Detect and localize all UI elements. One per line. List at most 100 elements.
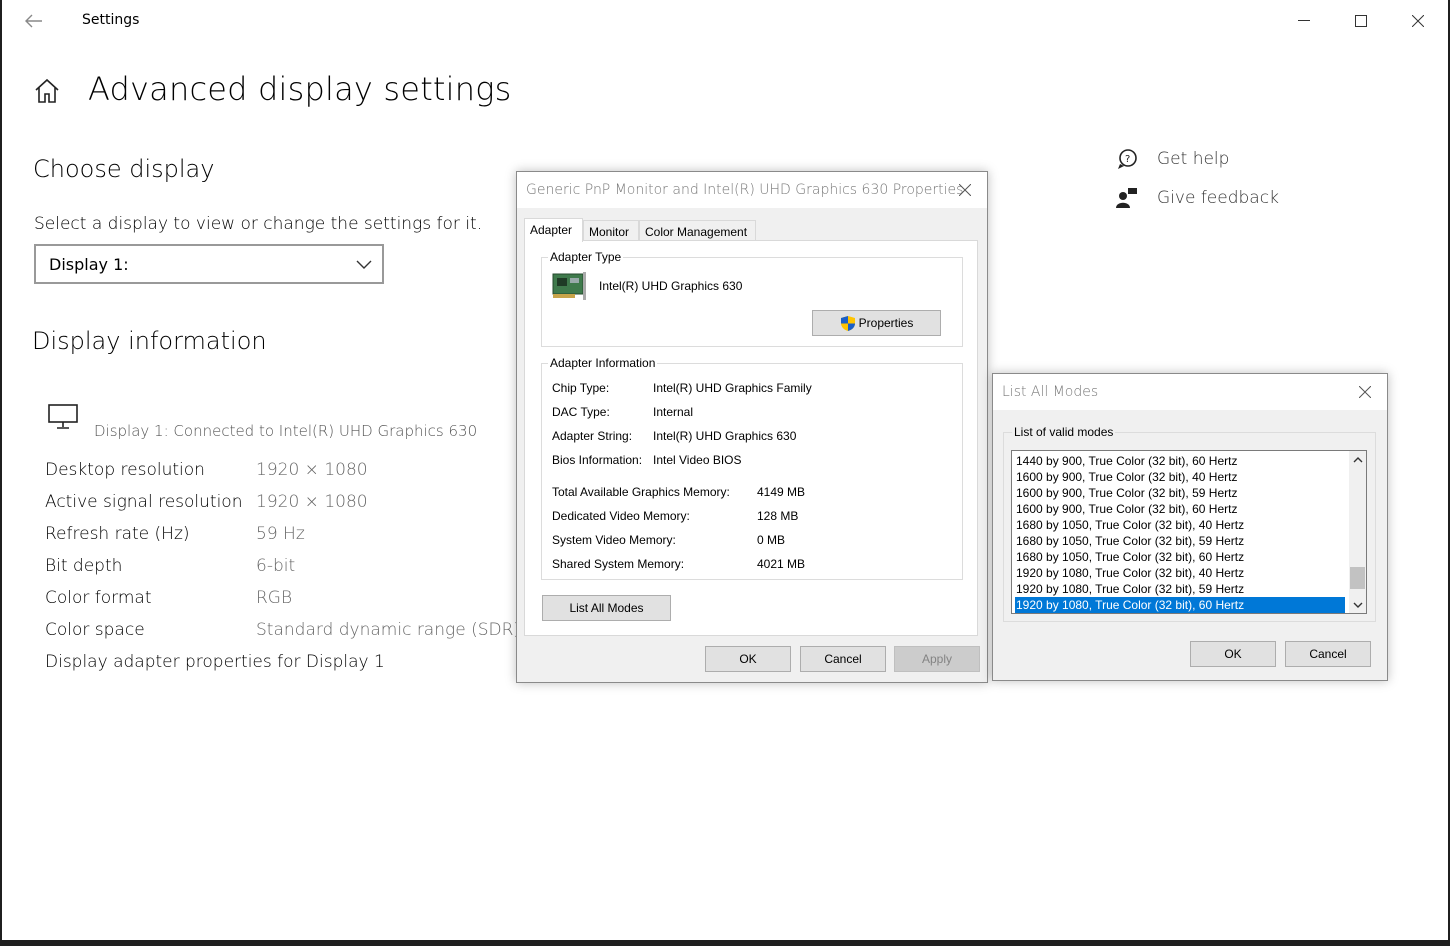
list-all-modes-dialog: List All Modes List of valid modes 1440 …: [992, 373, 1388, 681]
display-info-heading: Display information: [32, 327, 267, 355]
list-item[interactable]: 1440 by 900, True Color (32 bit), 60 Her…: [1015, 453, 1345, 469]
page-title: Advanced display settings: [88, 70, 512, 108]
tab-color-management[interactable]: Color Management: [639, 220, 756, 240]
scrollbar-thumb[interactable]: [1350, 567, 1365, 589]
display-select-value: Display 1:: [49, 255, 129, 274]
display-connection: Display 1: Connected to Intel(R) UHD Gra…: [94, 422, 478, 440]
choose-display-prompt: Select a display to view or change the s…: [34, 214, 483, 234]
tab-adapter[interactable]: Adapter: [524, 218, 583, 242]
info-value: 59 Hz: [256, 524, 305, 544]
list-item[interactable]: 1600 by 900, True Color (32 bit), 59 Her…: [1015, 485, 1345, 501]
list-item[interactable]: 1680 by 1050, True Color (32 bit), 59 He…: [1015, 533, 1345, 549]
apply-button[interactable]: Apply: [894, 646, 980, 672]
info-value: Intel Video BIOS: [653, 453, 742, 467]
memory-label: Dedicated Video Memory:: [552, 509, 690, 523]
memory-value: 4021 MB: [757, 557, 806, 571]
give-feedback-link[interactable]: Give feedback: [1157, 188, 1279, 208]
info-label: Color space: [45, 620, 145, 640]
maximize-button[interactable]: [1341, 6, 1381, 36]
chevron-down-icon: [1353, 602, 1362, 608]
close-icon: [1412, 15, 1424, 27]
cancel-button[interactable]: Cancel: [800, 646, 886, 672]
modes-listbox[interactable]: 1440 by 900, True Color (32 bit), 60 Her…: [1011, 450, 1367, 614]
arrow-left-icon: [25, 14, 42, 28]
dialog-close-button[interactable]: [1351, 380, 1379, 404]
get-help-link[interactable]: Get help: [1157, 149, 1229, 169]
info-label: Active signal resolution: [45, 492, 243, 512]
back-button[interactable]: [20, 8, 48, 34]
close-icon: [959, 184, 971, 196]
properties-button-label: Properties: [858, 316, 914, 330]
memory-label: System Video Memory:: [552, 533, 676, 547]
info-value: 1920 × 1080: [256, 460, 368, 480]
memory-label: Total Available Graphics Memory:: [552, 485, 730, 499]
info-value: 6-bit: [256, 556, 296, 576]
info-value: 1920 × 1080: [256, 492, 368, 512]
info-label: Bios Information:: [552, 453, 643, 467]
list-item[interactable]: 1600 by 900, True Color (32 bit), 40 Her…: [1015, 469, 1345, 485]
info-label: Bit depth: [45, 556, 123, 576]
info-label: Refresh rate (Hz): [45, 524, 190, 544]
info-value: RGB: [256, 588, 293, 608]
scroll-up-button[interactable]: [1349, 451, 1366, 468]
list-all-modes-button[interactable]: List All Modes: [542, 595, 671, 621]
memory-label: Shared System Memory:: [552, 557, 685, 571]
adapter-name: Intel(R) UHD Graphics 630: [599, 279, 743, 293]
info-label: Adapter String:: [552, 429, 633, 443]
chevron-down-icon: [356, 260, 372, 269]
dialog-title: List All Modes: [1002, 384, 1099, 400]
minimize-icon: [1298, 20, 1310, 21]
ok-button[interactable]: OK: [705, 646, 791, 672]
info-label: DAC Type:: [552, 405, 610, 419]
graphics-card-icon: [552, 272, 586, 300]
info-label: Chip Type:: [552, 381, 610, 395]
uac-shield-icon: [840, 315, 855, 331]
list-item[interactable]: 1680 by 1050, True Color (32 bit), 40 He…: [1015, 517, 1345, 533]
memory-value: 128 MB: [757, 509, 799, 523]
adapter-properties-dialog: Generic PnP Monitor and Intel(R) UHD Gra…: [516, 171, 988, 683]
home-icon[interactable]: [32, 76, 62, 106]
choose-display-heading: Choose display: [33, 155, 215, 183]
dialog-title: Generic PnP Monitor and Intel(R) UHD Gra…: [526, 182, 964, 198]
settings-window: Settings Advanced display settings Choos…: [0, 0, 1450, 946]
modes-scrollbar[interactable]: [1349, 451, 1366, 613]
display-select[interactable]: Display 1:: [34, 244, 384, 284]
info-label: Color format: [45, 588, 152, 608]
cancel-button[interactable]: Cancel: [1285, 641, 1371, 667]
memory-value: 4149 MB: [757, 485, 806, 499]
dialog-close-button[interactable]: [951, 178, 979, 202]
minimize-button[interactable]: [1284, 6, 1324, 36]
adapter-tab-page: Adapter Type Intel(R) UHD Graphics 630 P…: [524, 240, 978, 636]
dialog-title-bar: List All Modes: [993, 374, 1387, 410]
close-button[interactable]: [1398, 6, 1438, 36]
monitor-icon: [48, 404, 78, 429]
tab-monitor[interactable]: Monitor: [583, 220, 639, 240]
svg-text:?: ?: [1125, 154, 1130, 165]
close-icon: [1359, 386, 1371, 398]
ok-button[interactable]: OK: [1190, 641, 1276, 667]
memory-value: 0 MB: [757, 533, 786, 547]
title-bar: Settings: [2, 0, 1448, 42]
group-label: Adapter Information: [548, 356, 658, 370]
group-label: Adapter Type: [548, 250, 624, 264]
adapter-type-group: Adapter Type Intel(R) UHD Graphics 630 P…: [541, 250, 963, 347]
list-item[interactable]: 1920 by 1080, True Color (32 bit), 40 He…: [1015, 565, 1345, 581]
scroll-down-button[interactable]: [1349, 596, 1366, 613]
adapter-properties-button[interactable]: Properties: [812, 310, 941, 336]
info-value: Intel(R) UHD Graphics Family: [653, 381, 812, 395]
list-item[interactable]: 1600 by 900, True Color (32 bit), 60 Her…: [1015, 501, 1345, 517]
info-value: Intel(R) UHD Graphics 630: [653, 429, 797, 443]
help-icon: ?: [1118, 149, 1137, 169]
feedback-icon: [1116, 188, 1137, 208]
adapter-info-group: Adapter Information Chip Type: Intel(R) …: [541, 356, 963, 580]
display-adapter-properties-link[interactable]: Display adapter properties for Display 1: [45, 652, 385, 672]
info-value: Internal: [653, 405, 694, 419]
list-item[interactable]: 1680 by 1050, True Color (32 bit), 60 He…: [1015, 549, 1345, 565]
list-item[interactable]: 1920 by 1080, True Color (32 bit), 59 He…: [1015, 581, 1345, 597]
maximize-icon: [1355, 15, 1367, 27]
group-label: List of valid modes: [1012, 425, 1116, 439]
list-item-selected[interactable]: 1920 by 1080, True Color (32 bit), 60 He…: [1015, 597, 1345, 613]
app-title: Settings: [82, 12, 140, 28]
dialog-title-bar: Generic PnP Monitor and Intel(R) UHD Gra…: [517, 172, 987, 208]
info-value: Standard dynamic range (SDR): [256, 620, 521, 640]
